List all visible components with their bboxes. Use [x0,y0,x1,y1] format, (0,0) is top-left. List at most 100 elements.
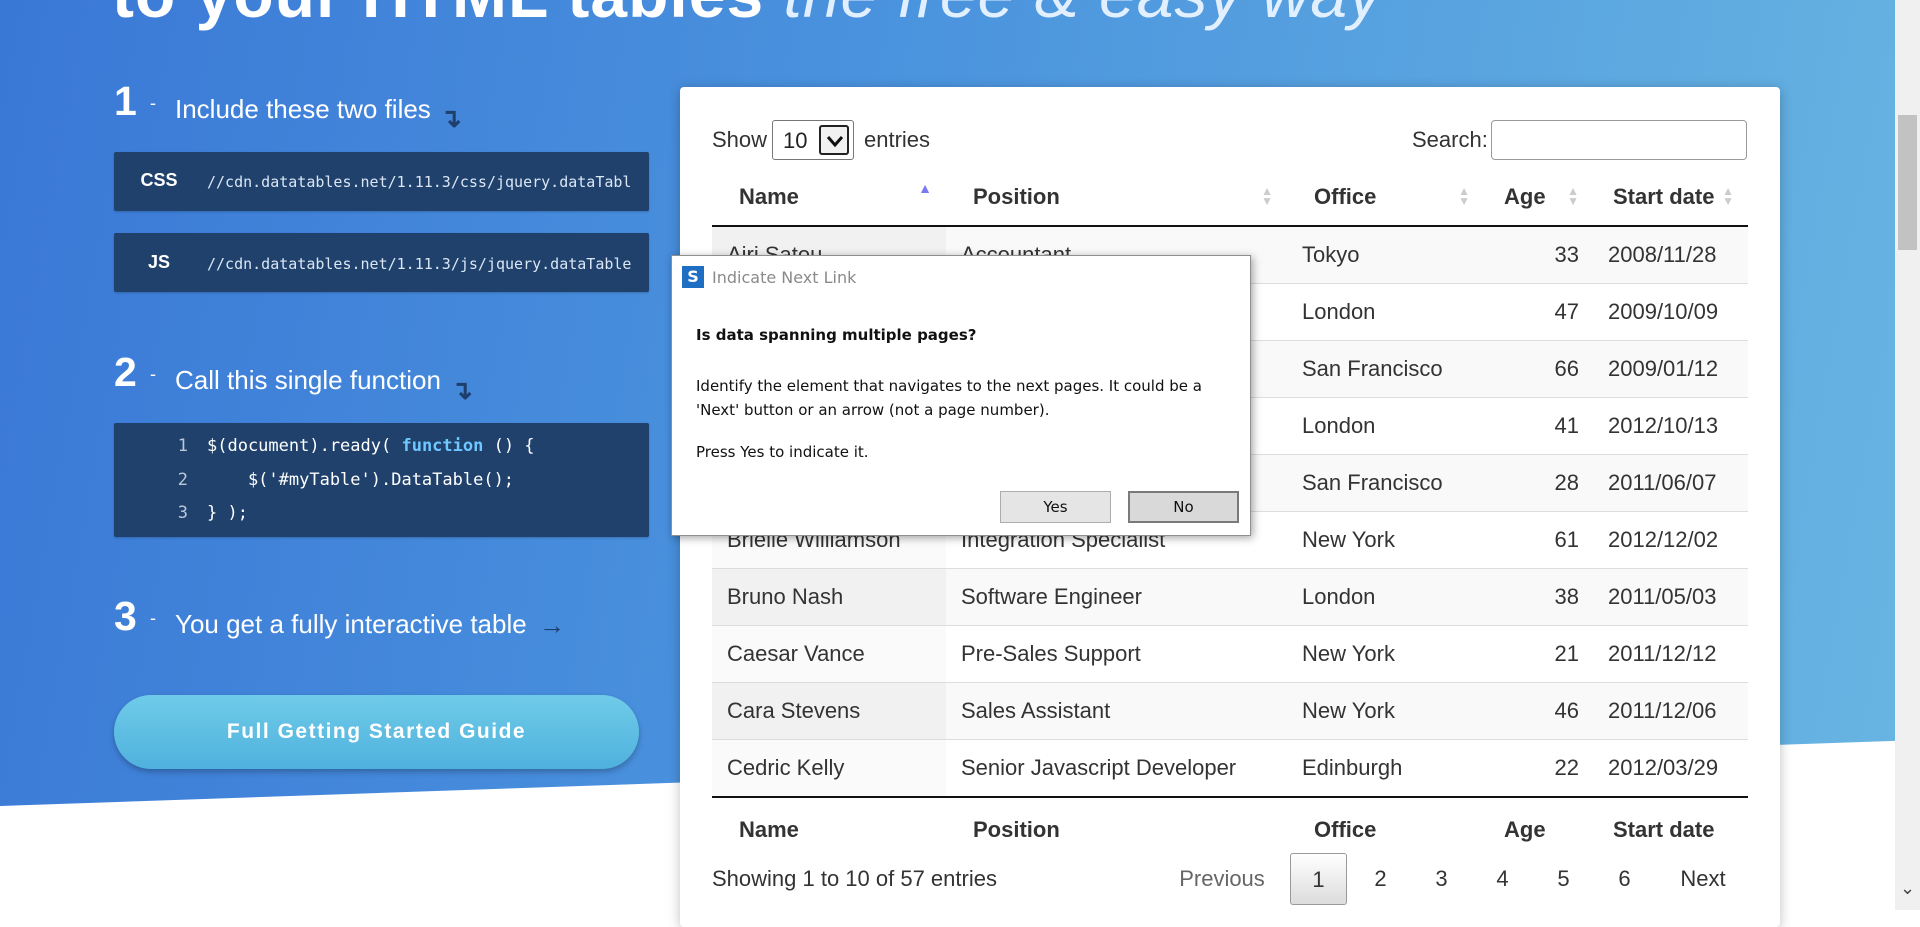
cell-name: Cara Stevens [712,682,946,740]
chevron-down-icon [819,125,849,155]
step-number: 1 [114,78,137,124]
next-button[interactable]: Next [1661,853,1745,905]
footer-row: Name Position Office Age Start date [712,796,1748,860]
css-label: CSS [140,170,178,190]
cell-age: 61 [1484,511,1593,569]
step-text: You get a fully interactive table [175,609,527,639]
chevron-down-icon[interactable]: ⌄ [1900,878,1915,899]
step-text: Include these two files [175,94,431,124]
search-input[interactable] [1491,120,1747,160]
footer-start-date: Start date [1593,796,1748,860]
search-label: Search: [1412,127,1488,152]
js-label: JS [147,252,171,272]
cell-name: Cedric Kelly [712,739,946,797]
cell-age: 47 [1484,283,1593,341]
sort-asc-icon: ▲ [918,180,932,196]
cell-age: 21 [1484,625,1593,683]
css-url: //cdn.datatables.net/1.11.3/css/jquery.d… [207,173,631,191]
cell-start-date: 2009/01/12 [1593,340,1748,398]
code-snippet: 1 $(document).ready( function () { 2 $('… [114,423,649,537]
code-line: 3 } ); [177,503,248,523]
cell-start-date: 2011/12/12 [1593,625,1748,683]
scrollbar-thumb[interactable] [1898,115,1917,250]
sort-icon: ▲ ▼ [1458,184,1470,208]
cell-age: 41 [1484,397,1593,455]
page-button-6[interactable]: 6 [1596,853,1653,905]
dialog-title: Indicate Next Link [712,268,857,287]
entries-label: entries [864,127,931,152]
cell-name: Caesar Vance [712,625,946,683]
cell-office: San Francisco [1287,340,1484,398]
page-scrollbar[interactable]: ⌄ [1895,0,1920,910]
cell-age: 33 [1554,242,1579,267]
cell-age: 38 [1484,568,1593,626]
cell-office: London [1287,568,1484,626]
table-row: Caesar Vance Pre-Sales Support New York 21 2… [712,625,1748,683]
indicate-next-link-dialog: S Indicate Next Link Is data spanning mu… [671,255,1251,536]
footer-name: Name [712,796,946,860]
step-number: 3 [114,593,137,639]
cell-position: Software Engineer [946,568,1287,626]
cell-age: 46 [1484,682,1593,740]
cell-name: Bruno Nash [712,568,946,626]
cell-age: 66 [1484,340,1593,398]
step-dash: - [150,93,156,113]
column-header-age[interactable]: Age ▲ ▼ [1484,169,1593,227]
cell-start-date: 2012/12/02 [1593,511,1748,569]
column-header-start-date[interactable]: Start date ▲ ▼ [1593,169,1748,227]
cell-position: Senior Javascript Developer [946,739,1287,797]
cell-office: New York [1287,682,1484,740]
step-text: Call this single function [175,365,441,395]
getting-started-button[interactable]: Full Getting Started Guide [114,695,639,769]
code-line: 1 $(document).ready( function () { [177,436,535,456]
cell-start-date: 2011/12/06 [1593,682,1748,740]
cell-office: London [1287,397,1484,455]
cell-office: New York [1287,511,1484,569]
table-row: Bruno Nash Software Engineer London 38 2011/… [712,568,1748,626]
cell-office: Edinburgh [1287,739,1484,797]
header-row: Name ▲ Position ▲ ▼ Office ▲ ▼ Age ▲ ▼ Start da… [712,169,1748,227]
sort-icon: ▲ ▼ [1261,184,1273,208]
page-button-3[interactable]: 3 [1413,853,1470,905]
footer-age: Age [1484,796,1593,860]
css-file-box: CSS //cdn.datatables.net/1.11.3/css/jque… [114,152,649,211]
app-logo-icon: S [682,266,704,288]
dialog-body: Identify the element that navigates to t… [696,377,1202,419]
cell-start-date: 2008/11/28 [1608,242,1717,267]
column-header-office[interactable]: Office ▲ ▼ [1287,169,1484,227]
cell-age: 22 [1484,739,1593,797]
cell-office: San Francisco [1287,454,1484,512]
arrow-down-icon: ↴ [440,103,462,133]
entries-select[interactable]: 10 [772,120,854,160]
js-file-box: JS //cdn.datatables.net/1.11.3/js/jquery… [114,233,649,292]
step-dash: - [150,364,156,384]
cell-start-date: 2012/10/13 [1593,397,1748,455]
dialog-prompt: Press Yes to indicate it. [696,443,869,461]
table-row: Cara Stevens Sales Assistant New York 46 201… [712,682,1748,740]
cell-start-date: 2012/03/29 [1593,739,1748,797]
no-button[interactable]: No [1128,491,1239,523]
arrow-right-icon: → [539,610,565,640]
arrow-down-icon: ↴ [451,375,473,405]
previous-button[interactable]: Previous [1170,853,1274,905]
yes-button[interactable]: Yes [1000,491,1111,523]
cell-position: Pre-Sales Support [946,625,1287,683]
headline: to your HTML tables the free & easy way [112,0,1382,32]
page-button-5[interactable]: 5 [1535,853,1592,905]
code-line: 2 $('#myTable').DataTable(); [177,470,515,490]
cell-age: 28 [1484,454,1593,512]
cell-start-date: 2011/05/03 [1593,568,1748,626]
dialog-question: Is data spanning multiple pages? [696,326,977,344]
step-number: 2 [114,349,137,395]
cell-position: Sales Assistant [946,682,1287,740]
js-url: //cdn.datatables.net/1.11.3/js/jquery.da… [207,255,631,273]
column-header-position[interactable]: Position ▲ ▼ [946,169,1287,227]
footer-position: Position [946,796,1287,860]
table-info: Showing 1 to 10 of 57 entries [712,866,997,891]
cell-office: New York [1287,625,1484,683]
cell-office: Tokyo [1302,242,1360,267]
page-button-1[interactable]: 1 [1290,853,1347,905]
column-header-name[interactable]: Name ▲ [712,169,946,227]
page-button-4[interactable]: 4 [1474,853,1531,905]
page-button-2[interactable]: 2 [1352,853,1409,905]
